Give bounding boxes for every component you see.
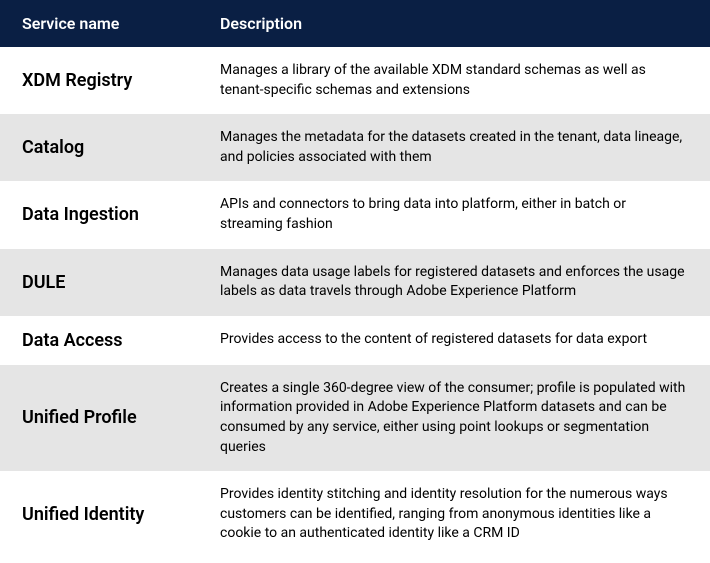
service-desc: Provides access to the content of regist… <box>220 330 710 350</box>
service-name: Data Ingestion <box>0 204 220 225</box>
service-desc: Manages data usage labels for registered… <box>220 263 710 302</box>
service-desc: APIs and connectors to bring data into p… <box>220 195 710 234</box>
table-row: DULE Manages data usage labels for regis… <box>0 249 710 316</box>
table-row: Unified Identity Provides identity stitc… <box>0 471 710 558</box>
table-header-row: Service name Description <box>0 0 710 47</box>
table-row: Data Access Provides access to the conte… <box>0 316 710 365</box>
table-row: XDM Registry Manages a library of the av… <box>0 47 710 114</box>
table-row: Data Ingestion APIs and connectors to br… <box>0 181 710 248</box>
service-desc: Creates a single 360-degree view of the … <box>220 379 710 457</box>
header-desc: Description <box>220 14 710 33</box>
service-name: Unified Profile <box>0 407 220 428</box>
table-row: Unified Profile Creates a single 360-deg… <box>0 365 710 471</box>
service-desc: Manages the metadata for the datasets cr… <box>220 128 710 167</box>
header-name: Service name <box>0 14 220 33</box>
service-name: Catalog <box>0 137 220 158</box>
service-name: Unified Identity <box>0 504 220 525</box>
service-name: Data Access <box>0 330 220 351</box>
service-desc: Provides identity stitching and identity… <box>220 485 710 544</box>
service-name: XDM Registry <box>0 70 220 91</box>
services-table: Service name Description XDM Registry Ma… <box>0 0 710 558</box>
service-name: DULE <box>0 272 220 293</box>
service-desc: Manages a library of the available XDM s… <box>220 61 710 100</box>
table-row: Catalog Manages the metadata for the dat… <box>0 114 710 181</box>
